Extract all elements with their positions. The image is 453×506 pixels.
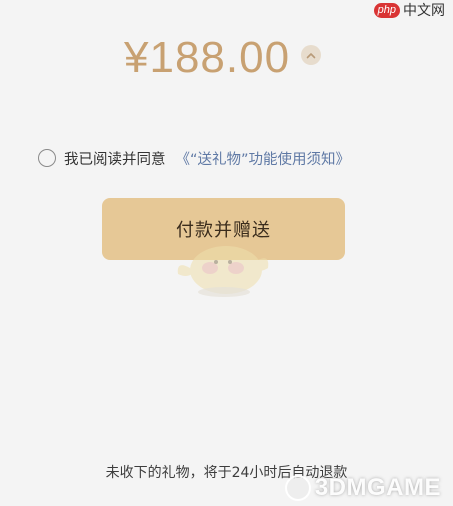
php-watermark: php 中文网 (373, 0, 445, 20)
3dm-site-name: 3DMGAME (314, 474, 441, 501)
agreement-label: 我已阅读并同意 (64, 151, 166, 168)
expand-details-button[interactable] (301, 45, 321, 65)
3dm-logo-icon (284, 475, 311, 501)
php-site-name: 中文网 (403, 3, 445, 19)
mascot-watermark-icon (177, 246, 269, 297)
agreement-row: 我已阅读并同意 《“送礼物”功能使用须知》 (38, 147, 350, 169)
chevron-up-icon (306, 52, 316, 58)
3dm-watermark: 3DMGAME (284, 474, 441, 502)
php-logo-badge: php (373, 2, 400, 18)
agree-radio[interactable] (38, 149, 56, 167)
gift-notice-link[interactable]: 《“送礼物”功能使用须知》 (176, 148, 351, 169)
price-section: ¥188.00 (0, 30, 453, 90)
price-amount: ¥188.00 (124, 33, 291, 82)
